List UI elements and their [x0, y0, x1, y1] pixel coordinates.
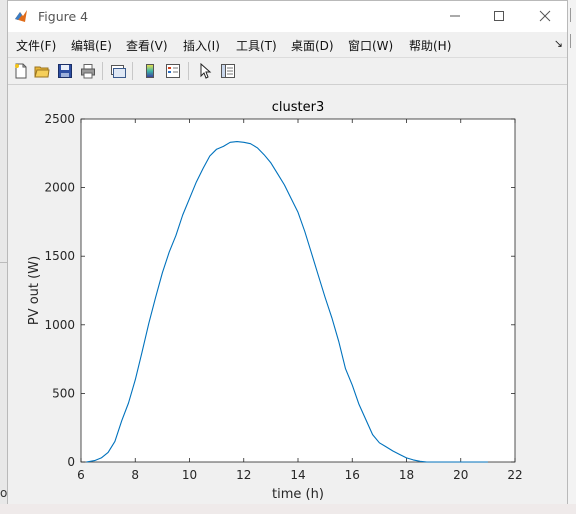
- new-figure-button[interactable]: [12, 62, 30, 80]
- background-window-edge: [568, 0, 576, 514]
- window-title: Figure 4: [38, 9, 89, 24]
- menu-insert[interactable]: 插入(I): [183, 37, 220, 54]
- close-button[interactable]: [534, 6, 556, 26]
- property-editor-button[interactable]: [219, 62, 237, 80]
- menu-help[interactable]: 帮助(H): [409, 37, 451, 54]
- y-tick-label: 2500: [44, 112, 75, 126]
- y-tick-label: 1500: [44, 249, 75, 263]
- x-tick-label: 18: [399, 468, 414, 482]
- save-button[interactable]: [56, 62, 74, 80]
- plot-area: [80, 118, 516, 463]
- pointer-button[interactable]: [196, 62, 214, 80]
- print-button[interactable]: [79, 62, 97, 80]
- save-icon: [58, 64, 72, 78]
- y-tick-label: 0: [67, 455, 75, 469]
- print-icon: [81, 64, 95, 79]
- background-taskbar-strip: [0, 504, 576, 514]
- menu-file[interactable]: 文件(F): [16, 37, 56, 54]
- menu-bar: 文件(F) 编辑(E) 查看(V) 插入(I) 工具(T) 桌面(D) 窗口(W…: [8, 32, 567, 58]
- link-plot-icon: [111, 65, 126, 78]
- figure-toolbar: [8, 58, 567, 85]
- link-plot-button[interactable]: [109, 62, 127, 80]
- minimize-button[interactable]: [444, 6, 466, 26]
- figure-canvas[interactable]: 6 8 10 12 14 16 18 20 22 0 500 1000 1500 2000 2500 clus…: [8, 85, 567, 504]
- title-bar[interactable]: Figure 4: [8, 1, 567, 32]
- y-tick-label: 500: [52, 386, 75, 400]
- background-edge-mark: [570, 34, 576, 48]
- x-tick-label: 20: [453, 468, 468, 482]
- menu-overflow-arrow[interactable]: ↘: [554, 37, 563, 50]
- y-tick-label: 2000: [44, 181, 75, 195]
- toolbar-separator: [132, 62, 133, 80]
- new-figure-icon: [15, 63, 27, 79]
- matlab-logo-icon: [15, 10, 27, 22]
- close-icon: [539, 10, 551, 22]
- x-tick-label: 22: [507, 468, 522, 482]
- x-tick-label: 8: [131, 468, 139, 482]
- x-tick-label: 16: [345, 468, 360, 482]
- colorbar-icon: [146, 64, 154, 78]
- x-tick-label: 14: [290, 468, 305, 482]
- chart-svg[interactable]: 6 8 10 12 14 16 18 20 22 0 500 1000 1500 2000 2500 clus…: [8, 85, 567, 504]
- menu-edit[interactable]: 编辑(E): [71, 37, 112, 54]
- minimize-icon: [450, 15, 460, 17]
- legend-button[interactable]: [164, 62, 182, 80]
- pointer-icon: [200, 63, 212, 79]
- property-editor-icon: [221, 64, 235, 78]
- menu-desktop[interactable]: 桌面(D): [291, 37, 334, 54]
- open-file-button[interactable]: [33, 62, 51, 80]
- maximize-button[interactable]: [488, 6, 510, 26]
- maximize-icon: [494, 11, 504, 21]
- legend-icon: [166, 64, 180, 78]
- x-tick-label: 12: [236, 468, 251, 482]
- menu-view[interactable]: 查看(V): [126, 37, 168, 54]
- toolbar-separator: [102, 62, 103, 80]
- open-file-icon: [34, 66, 50, 78]
- colorbar-button[interactable]: [141, 62, 159, 80]
- x-tick-label: 10: [182, 468, 197, 482]
- y-tick-label: 1000: [44, 318, 75, 332]
- figure-window: Figure 4 文件(F) 编辑(E) 查看(V) 插入(I) 工具(T) 桌…: [7, 0, 568, 504]
- x-tick-label: 6: [77, 468, 85, 482]
- menu-window[interactable]: 窗口(W): [348, 37, 393, 54]
- chart-title: cluster3: [272, 100, 324, 115]
- y-axis-label: PV out (W): [27, 256, 42, 325]
- background-edge-mark: [570, 8, 576, 22]
- x-axis-label: time (h): [272, 487, 324, 502]
- menu-tools[interactable]: 工具(T): [236, 37, 277, 54]
- toolbar-separator: [188, 62, 189, 80]
